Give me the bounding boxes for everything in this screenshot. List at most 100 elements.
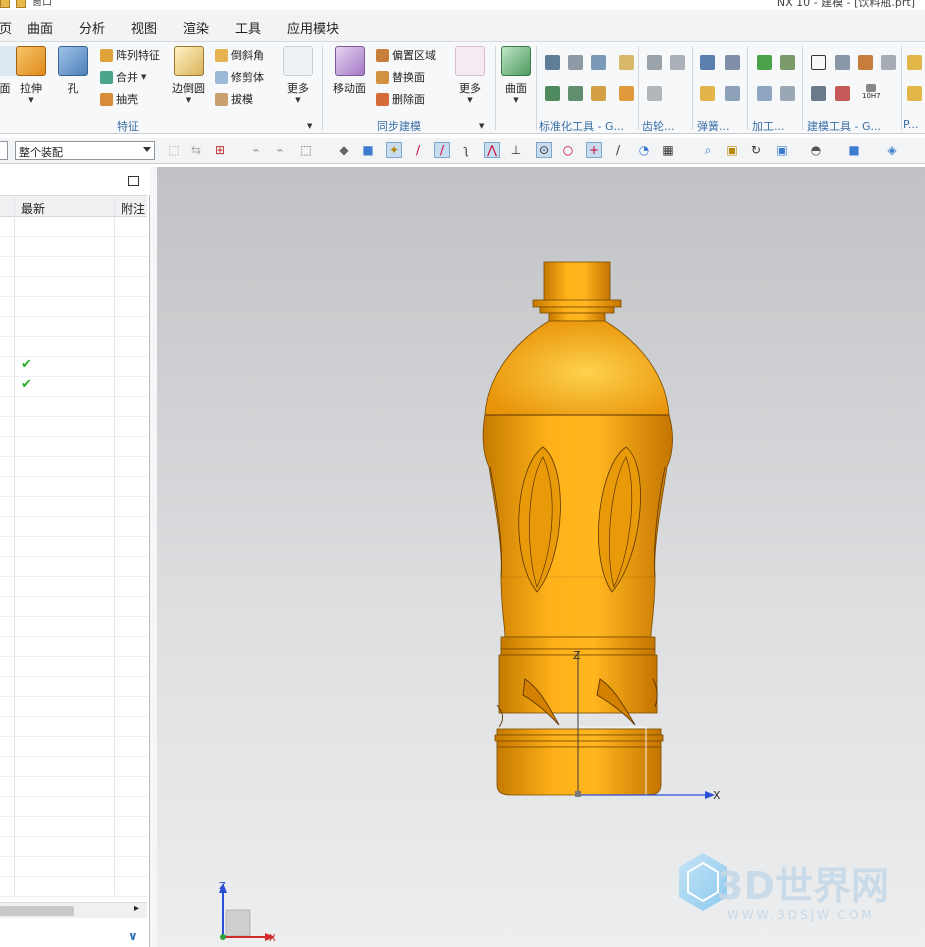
table-row[interactable]: ✔ — [0, 357, 147, 377]
standard-part-icon[interactable] — [545, 86, 560, 101]
table-row[interactable] — [0, 437, 147, 457]
table-row[interactable] — [0, 277, 147, 297]
selection-scope-dropdown[interactable]: 整个装配 — [15, 141, 155, 160]
standard-part-icon[interactable] — [619, 86, 634, 101]
table-row[interactable] — [0, 577, 147, 597]
save-icon[interactable] — [0, 0, 10, 8]
gear-icon[interactable] — [670, 55, 685, 70]
gear-icon[interactable] — [647, 86, 662, 101]
column-latest[interactable]: 最新 — [21, 200, 45, 217]
machining-icon[interactable] — [757, 86, 772, 101]
spring-icon[interactable] — [725, 55, 740, 70]
table-row[interactable] — [0, 337, 147, 357]
table-row[interactable] — [0, 457, 147, 477]
zoom-icon[interactable]: ⌕ — [700, 142, 716, 158]
tolerance-button[interactable]: 10H7 — [862, 84, 881, 100]
gear-icon[interactable] — [647, 55, 662, 70]
replace-face-button[interactable]: 替换面 — [376, 69, 425, 85]
menu-application[interactable]: 应用模块 — [287, 18, 339, 37]
bottle-shoulder[interactable] — [484, 320, 670, 416]
rotate-icon[interactable]: ↻ — [748, 142, 764, 158]
shell-button[interactable]: 抽壳 — [100, 91, 138, 107]
scroll-right-icon[interactable]: ▸ — [134, 903, 139, 914]
modeling-tool-icon[interactable] — [881, 55, 896, 70]
quadrant-icon[interactable]: ○ — [560, 142, 576, 158]
table-row[interactable] — [0, 557, 147, 577]
point-on-curve-icon[interactable]: / — [610, 142, 626, 158]
table-row[interactable] — [0, 237, 147, 257]
standard-part-icon[interactable] — [591, 86, 606, 101]
spring-icon[interactable] — [700, 55, 715, 70]
triangle-icon[interactable] — [811, 55, 826, 70]
unite-button[interactable]: 合并 ▼ — [100, 69, 146, 85]
table-row[interactable] — [0, 717, 147, 737]
group-label-gear[interactable]: 齿轮... — [642, 118, 675, 134]
table-row[interactable] — [0, 497, 147, 517]
table-row[interactable] — [0, 757, 147, 777]
end-point-icon[interactable]: / — [410, 142, 426, 158]
scroll-thumb[interactable] — [0, 906, 74, 916]
section-icon[interactable]: ◈ — [884, 142, 900, 158]
table-row[interactable] — [0, 637, 147, 657]
table-row[interactable] — [0, 737, 147, 757]
waist-ring[interactable] — [500, 636, 656, 650]
sync-more-button[interactable]: 更多 ▼ — [455, 46, 485, 104]
table-row[interactable] — [0, 657, 147, 677]
bottle-neck-ring[interactable] — [539, 306, 615, 314]
delete-face-button[interactable]: 删除面 — [376, 91, 425, 107]
spring-icon[interactable] — [725, 86, 740, 101]
edge-blend-button[interactable]: 边倒圆 ▼ — [172, 46, 205, 104]
table-row[interactable] — [0, 257, 147, 277]
table-row[interactable] — [0, 697, 147, 717]
grid-icon[interactable]: ▦ — [660, 142, 676, 158]
intersection-icon[interactable]: ⋀ — [484, 142, 500, 158]
standard-part-icon[interactable] — [591, 55, 606, 70]
feature-more-button[interactable]: 更多 ▼ — [283, 46, 313, 104]
table-row[interactable] — [0, 517, 147, 537]
standard-part-icon[interactable] — [619, 55, 634, 70]
snap-point-icon[interactable]: ✦ — [386, 142, 402, 158]
table-row[interactable] — [0, 537, 147, 557]
filter-icon[interactable]: ⇆ — [188, 142, 204, 158]
snap-icon[interactable]: ⊞ — [212, 142, 228, 158]
p-tool-icon[interactable] — [907, 86, 922, 101]
table-row[interactable] — [0, 837, 147, 857]
table-row[interactable] — [0, 317, 147, 337]
point-on-face-icon[interactable]: ◔ — [636, 142, 652, 158]
group-expand-icon[interactable]: ▼ — [479, 122, 484, 130]
modeling-tool-icon[interactable] — [811, 86, 826, 101]
modeling-tool-icon[interactable] — [858, 55, 873, 70]
table-row[interactable] — [0, 217, 147, 237]
table-row[interactable] — [0, 597, 147, 617]
menu-analysis[interactable]: 分析 — [79, 18, 105, 37]
view-triad[interactable] — [219, 883, 275, 941]
pattern-feature-button[interactable]: 阵列特征 — [100, 47, 160, 63]
machining-icon[interactable] — [780, 55, 795, 70]
bottle-collar[interactable] — [532, 299, 622, 308]
table-icon[interactable] — [835, 55, 850, 70]
standard-part-icon[interactable] — [568, 55, 583, 70]
table-row[interactable]: ✔ — [0, 377, 147, 397]
p-tool-icon[interactable] — [907, 55, 922, 70]
table-row[interactable] — [0, 817, 147, 837]
select-all-icon[interactable]: ⌁ — [272, 142, 288, 158]
group-label-modeling-tools[interactable]: 建模工具 - G... — [807, 118, 881, 134]
table-row[interactable] — [0, 397, 147, 417]
view-orient-icon[interactable]: ▣ — [774, 142, 790, 158]
group-label-machining[interactable]: 加工... — [752, 118, 785, 134]
shaded-icon[interactable]: ■ — [846, 142, 862, 158]
chevron-down-icon[interactable]: ∨ — [128, 929, 138, 943]
extrude-button[interactable]: 拉伸 ▼ — [16, 46, 46, 104]
select-icon[interactable]: ⬚ — [166, 142, 182, 158]
menu-view[interactable]: 视图 — [131, 18, 157, 37]
standard-part-icon[interactable] — [545, 55, 560, 70]
table-row[interactable] — [0, 677, 147, 697]
group-expand-icon[interactable]: ▼ — [307, 122, 312, 130]
maximize-icon[interactable] — [128, 176, 139, 186]
bottle-cap[interactable] — [543, 261, 611, 303]
group-label-standard-tools[interactable]: 标准化工具 - G... — [539, 118, 624, 134]
menu-surface[interactable]: 曲面 — [27, 18, 53, 37]
column-notes[interactable]: 附注 — [121, 200, 145, 217]
table-row[interactable] — [0, 417, 147, 437]
table-row[interactable] — [0, 797, 147, 817]
